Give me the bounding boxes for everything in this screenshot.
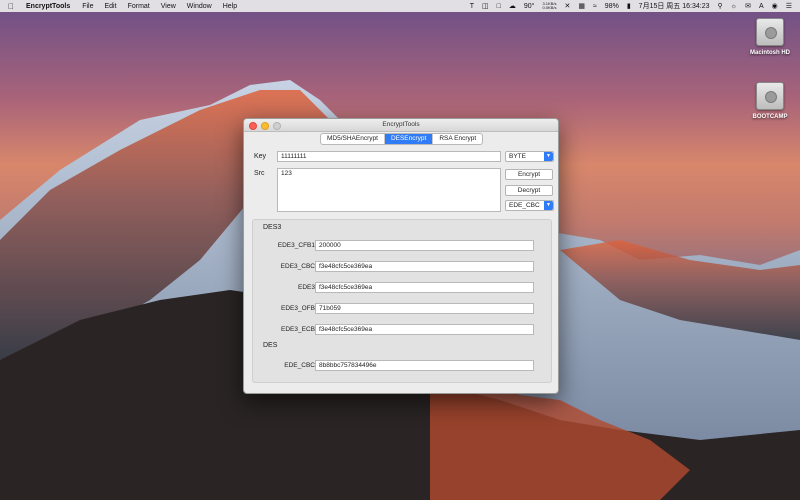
menu-grid-icon[interactable]: ▦ <box>578 2 585 10</box>
format-select-value: BYTE <box>509 153 526 160</box>
mode-select-value: EDE_CBC <box>509 202 540 209</box>
row-label-ede3-ofb: EDE3_OFB <box>281 305 315 312</box>
output-ede3-ofb[interactable]: 71b059 <box>315 303 534 314</box>
menu-app-name[interactable]: EncryptTools <box>26 3 70 10</box>
encrypttools-window: EncryptTools MD5/SHAEncrypt DESEncrypt R… <box>243 118 559 394</box>
window-titlebar[interactable]: EncryptTools <box>244 119 558 132</box>
output-ede3[interactable]: f3e48cfc5ce369ea <box>315 282 534 293</box>
mode-select[interactable]: EDE_CBC ▼ <box>505 200 554 211</box>
tools-icon[interactable]: ✕ <box>564 2 570 10</box>
menu-window[interactable]: Window <box>187 3 212 10</box>
decrypt-button[interactable]: Decrypt <box>505 185 553 196</box>
hard-drive-icon <box>756 18 784 46</box>
battery-icon[interactable]: ▮ <box>627 2 631 10</box>
network-speed[interactable]: 3.1KB/s 0.0KB/s <box>542 2 556 10</box>
desktop-icon-macintosh-hd[interactable]: Macintosh HD <box>740 18 800 56</box>
row-label-ede3: EDE3 <box>298 284 315 291</box>
des3-section-title: DES3 <box>263 224 282 231</box>
tab-des[interactable]: DESEncrypt <box>384 134 434 144</box>
encrypt-button[interactable]: Encrypt <box>505 169 553 180</box>
notification-icon[interactable]: ✉ <box>745 2 751 10</box>
clock[interactable]: 7月15日 周五 16:34:23 <box>639 1 710 11</box>
menu-format[interactable]: Format <box>128 3 150 10</box>
typewriter-icon[interactable]: T <box>470 3 474 10</box>
close-button[interactable] <box>249 122 257 130</box>
row-label-ede3-cfb1: EDE3_CFB1 <box>277 242 315 249</box>
menu-file[interactable]: File <box>82 3 93 10</box>
output-ede3-cbc[interactable]: f3e48cfc5ce369ea <box>315 261 534 272</box>
menu-edit[interactable]: Edit <box>105 3 117 10</box>
format-select[interactable]: BYTE ▼ <box>505 151 554 162</box>
cloud-icon[interactable]: ☁ <box>509 2 516 10</box>
network-down: 0.0KB/s <box>542 5 557 10</box>
output-ede-cbc[interactable]: 8b8bbc757834496e <box>315 360 534 371</box>
clipboard-icon[interactable]: □ <box>497 3 501 10</box>
src-label: Src <box>254 170 265 177</box>
battery-percent[interactable]: 98% <box>605 3 619 10</box>
wechat-icon[interactable]: ☼ <box>731 3 737 10</box>
window-title: EncryptTools <box>382 121 420 128</box>
output-ede3-ecb[interactable]: f3e48cfc5ce369ea <box>315 324 534 335</box>
input-source-icon[interactable]: A <box>759 3 764 10</box>
menu-help[interactable]: Help <box>223 3 237 10</box>
menu-bar:  EncryptTools File Edit Format View Win… <box>0 0 800 12</box>
row-label-ede-cbc: EDE_CBC <box>284 362 315 369</box>
chevron-down-icon: ▼ <box>544 152 553 161</box>
desktop-icon-label: Macintosh HD <box>749 50 790 56</box>
output-ede3-cfb1[interactable]: 200000 <box>315 240 534 251</box>
siri-icon[interactable]: ◉ <box>772 2 778 10</box>
zoom-button[interactable] <box>273 122 281 130</box>
spotlight-icon[interactable]: ⚲ <box>718 2 723 10</box>
row-label-ede3-ecb: EDE3_ECB <box>281 326 315 333</box>
menu-view[interactable]: View <box>161 3 176 10</box>
wifi-icon[interactable]: ≈ <box>593 3 597 10</box>
desktop-icon-label: BOOTCAMP <box>752 114 788 120</box>
row-label-ede3-cbc: EDE3_CBC <box>280 263 315 270</box>
minimize-button[interactable] <box>261 122 269 130</box>
hard-drive-icon <box>756 82 784 110</box>
key-input[interactable]: 11111111 <box>277 151 501 162</box>
tab-bar: MD5/SHAEncrypt DESEncrypt RSA Encrypt <box>320 133 484 145</box>
key-label: Key <box>254 153 267 160</box>
tab-md5-sha[interactable]: MD5/SHAEncrypt <box>321 134 385 144</box>
apple-icon[interactable]:  <box>8 2 16 11</box>
tab-rsa[interactable]: RSA Encrypt <box>433 134 482 144</box>
notification-center-icon[interactable]: ☰ <box>786 2 792 10</box>
results-group: DES3 EDE3_CFB1 200000 EDE3_CBC f3e48cfc5… <box>252 219 552 383</box>
des-section-title: DES <box>263 342 278 349</box>
desktop-icon-bootcamp[interactable]: BOOTCAMP <box>740 82 800 120</box>
src-textarea[interactable]: 123 <box>277 168 501 212</box>
chevron-down-icon: ▼ <box>544 201 553 210</box>
temperature-readout[interactable]: 90° <box>524 3 535 10</box>
shield-icon[interactable]: ◫ <box>482 2 489 10</box>
